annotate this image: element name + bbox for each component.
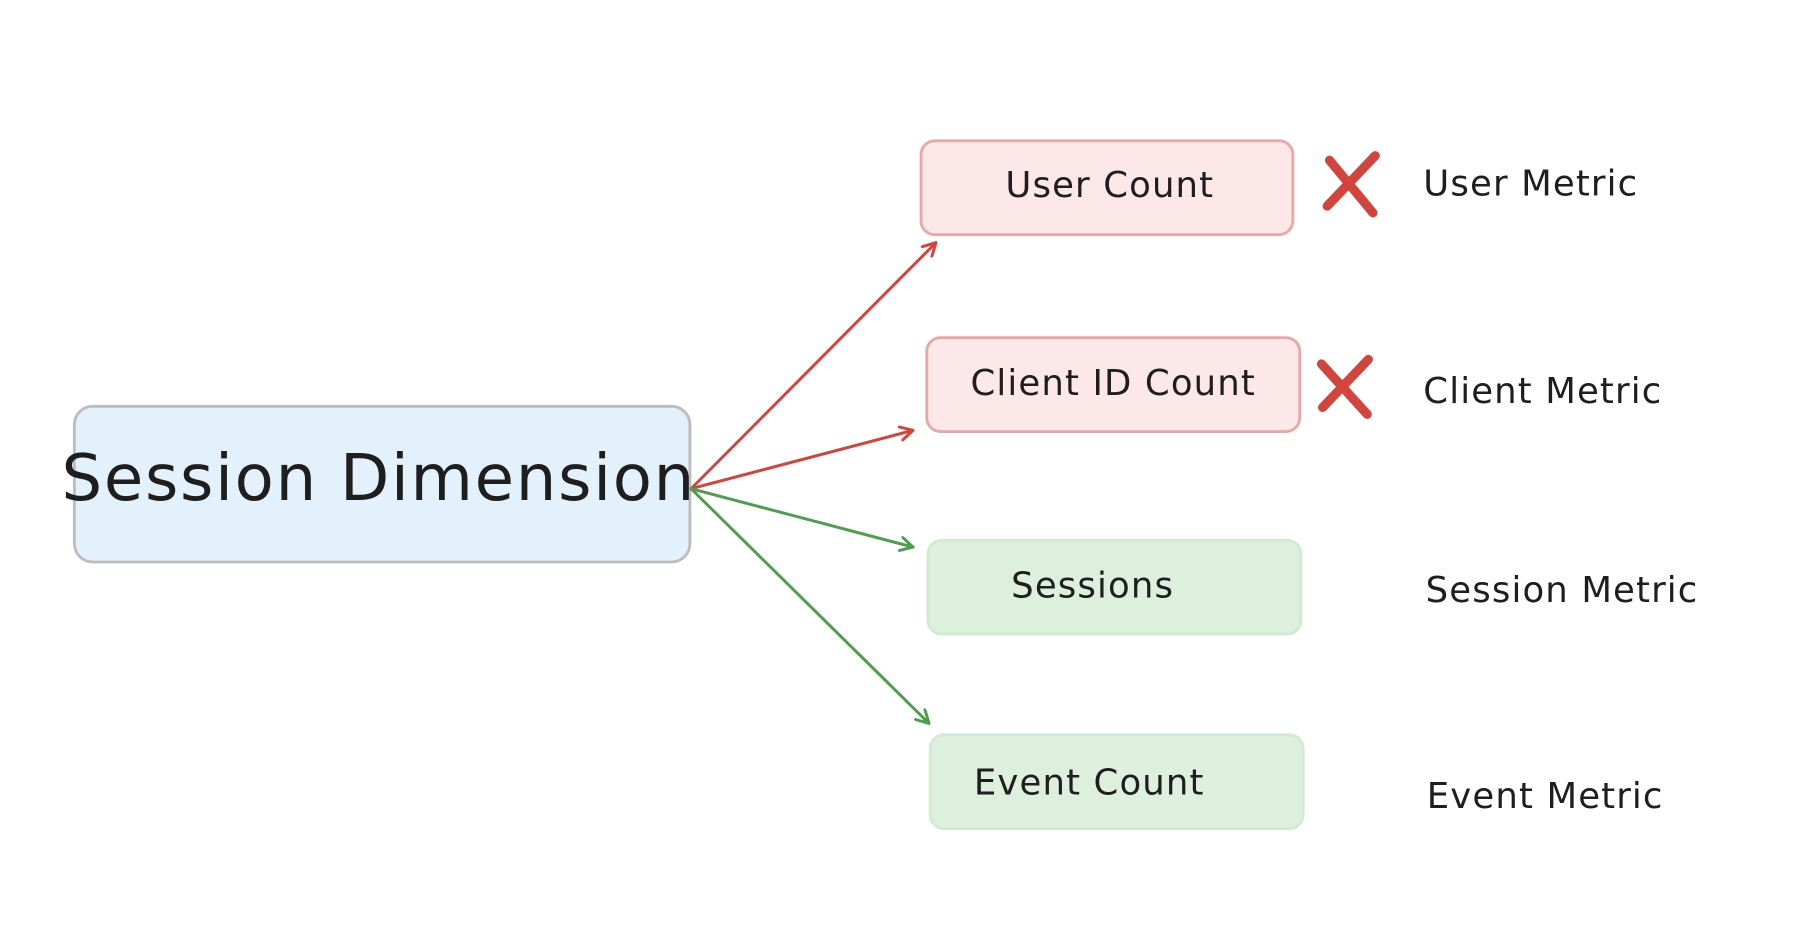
root-node-label: Session Dimension — [61, 442, 696, 516]
cross-icon — [1316, 354, 1373, 419]
user-metric-label: User Metric — [1423, 164, 1638, 205]
user-count-label: User Count — [1005, 165, 1214, 206]
branch-user-count[interactable]: User Count — [919, 139, 1295, 237]
client-metric-label: Client Metric — [1423, 371, 1662, 412]
arrow-to-user-count — [689, 241, 938, 491]
session-metric-label: Session Metric — [1426, 570, 1699, 611]
root-node[interactable]: Session Dimension — [61, 404, 696, 564]
sessions-label: Sessions — [1011, 565, 1174, 606]
session-dimension-diagram: Session Dimension User Count User Metric… — [61, 139, 1699, 831]
arrow-to-event-count — [689, 487, 931, 725]
event-count-label: Event Count — [974, 762, 1205, 803]
cross-icon — [1322, 151, 1380, 218]
branch-sessions[interactable]: Sessions — [926, 538, 1303, 636]
branch-client-id-count[interactable]: Client ID Count — [925, 336, 1302, 433]
arrow-to-sessions — [689, 487, 915, 547]
event-metric-label: Event Metric — [1427, 776, 1664, 817]
client-id-count-label: Client ID Count — [971, 363, 1256, 404]
arrow-to-client-id-count — [689, 430, 915, 491]
branch-event-count[interactable]: Event Count — [928, 733, 1305, 831]
arrows — [689, 241, 938, 725]
